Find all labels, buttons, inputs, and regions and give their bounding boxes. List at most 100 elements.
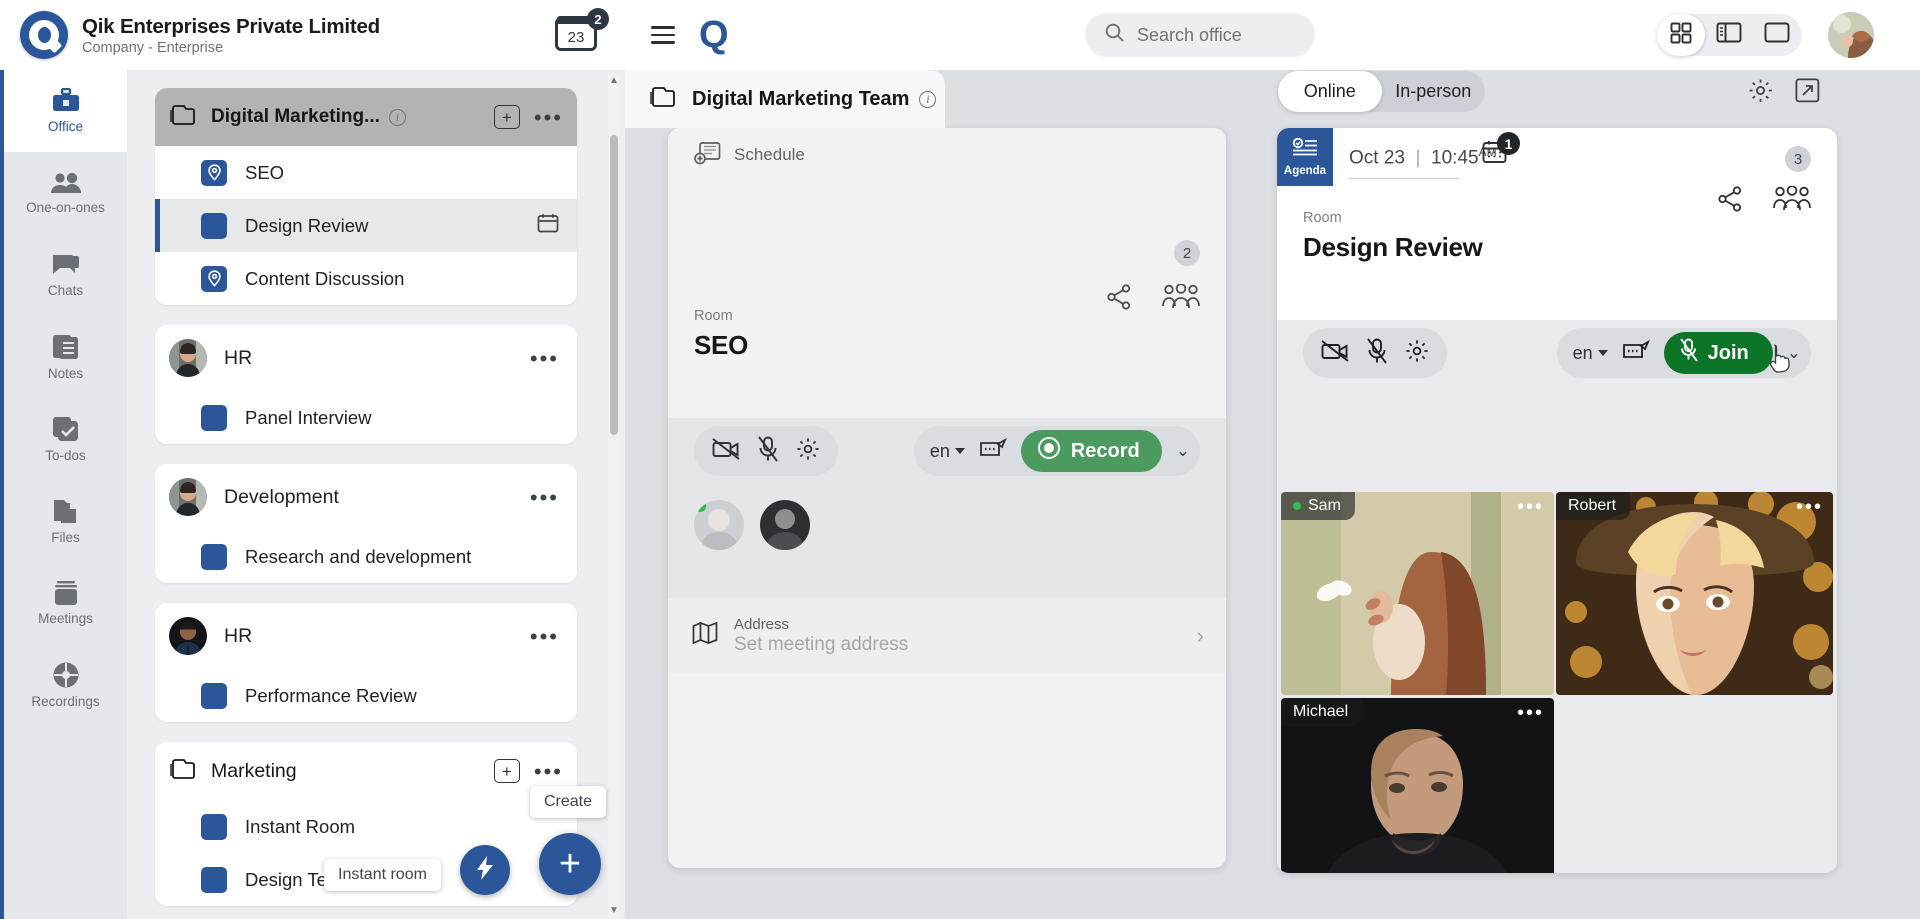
- gear-icon[interactable]: [1748, 78, 1773, 108]
- user-avatar[interactable]: [1828, 12, 1874, 58]
- whiteboard-icon[interactable]: [979, 437, 1007, 465]
- room-group-development: Development ••• Research and development: [155, 464, 577, 583]
- room-row-content-discussion[interactable]: Content Discussion: [155, 252, 577, 305]
- expand-icon[interactable]: [1795, 78, 1820, 108]
- sidebar-item-notes[interactable]: Notes: [4, 316, 127, 398]
- group-more-button[interactable]: •••: [530, 486, 559, 508]
- rooms-scrollbar[interactable]: ▲ ▼: [608, 75, 620, 919]
- group-header[interactable]: Digital Marketing... i + •••: [155, 88, 577, 146]
- room-row-research-and-development[interactable]: Research and development: [155, 530, 577, 583]
- group-more-button[interactable]: •••: [534, 760, 563, 782]
- avatar[interactable]: [694, 500, 744, 550]
- room-name: Research and development: [245, 545, 472, 567]
- sidebar-rail: Office One-on-ones Chats Notes To-dos Fi…: [0, 70, 127, 919]
- people-group-icon[interactable]: [1162, 283, 1200, 315]
- info-icon[interactable]: i: [388, 108, 406, 126]
- agenda-calendar-button[interactable]: 1: [1482, 132, 1520, 169]
- sidebar-item-recordings[interactable]: Recordings: [4, 644, 127, 726]
- left-panel: Qik Enterprises Private Limited Company …: [0, 0, 625, 919]
- sidebar-item-office[interactable]: Office: [4, 70, 127, 152]
- instant-room-button[interactable]: [460, 845, 510, 895]
- card-actions: [1106, 283, 1200, 315]
- agenda-label: Agenda: [1283, 164, 1327, 177]
- tab-online[interactable]: Online: [1278, 71, 1382, 112]
- gear-icon[interactable]: [1405, 339, 1429, 368]
- tile-more-icon[interactable]: •••: [1517, 703, 1544, 723]
- participant-name: Sam: [1308, 497, 1341, 514]
- gear-icon[interactable]: [796, 437, 820, 466]
- camera-off-icon[interactable]: [1321, 339, 1349, 367]
- group-header[interactable]: HR •••: [155, 325, 577, 391]
- pin-icon: [201, 159, 227, 186]
- group-header[interactable]: Marketing + •••: [155, 742, 577, 800]
- language-selector[interactable]: en: [1573, 343, 1608, 364]
- view-mode-grid[interactable]: [1657, 14, 1705, 56]
- group-more-button[interactable]: •••: [530, 347, 559, 369]
- agenda-flag[interactable]: Agenda: [1277, 128, 1333, 186]
- tile-more-icon[interactable]: •••: [1796, 497, 1823, 517]
- scroll-down-arrow[interactable]: ▼: [608, 905, 620, 919]
- mic-off-icon[interactable]: [758, 435, 778, 467]
- folder-icon: [649, 85, 679, 114]
- chevron-right-icon[interactable]: ›: [1197, 623, 1204, 649]
- video-tile-michael[interactable]: Michael •••: [1281, 698, 1554, 873]
- mic-off-icon[interactable]: [1367, 337, 1387, 369]
- room-row-performance-review[interactable]: Performance Review: [155, 669, 577, 722]
- sidebar-item-files[interactable]: Files: [4, 480, 127, 562]
- calendar-button[interactable]: 23 2: [555, 8, 609, 54]
- tile-more-icon[interactable]: •••: [1517, 497, 1544, 517]
- brand-bar: Qik Enterprises Private Limited Company …: [0, 0, 625, 70]
- calendar-icon[interactable]: [537, 213, 559, 238]
- room-row-panel-interview[interactable]: Panel Interview: [155, 391, 577, 444]
- join-button[interactable]: Join: [1663, 332, 1773, 374]
- sidebar-item-label: To-dos: [45, 448, 86, 463]
- address-row[interactable]: Address Set meeting address ›: [668, 598, 1226, 673]
- people-icon: [50, 171, 82, 195]
- share-icon[interactable]: [1106, 284, 1132, 315]
- tile-nametag: Sam: [1281, 492, 1355, 520]
- tab-in-person[interactable]: In-person: [1382, 71, 1486, 112]
- group-header[interactable]: Development •••: [155, 464, 577, 530]
- square-icon: [201, 404, 227, 431]
- search-input[interactable]: Search office: [1085, 13, 1315, 57]
- people-group-icon[interactable]: [1773, 185, 1811, 217]
- share-icon[interactable]: [1717, 186, 1743, 217]
- card-actions: [1717, 185, 1811, 217]
- sidebar-item-label: Meetings: [38, 611, 93, 626]
- group-more-button[interactable]: •••: [534, 106, 563, 128]
- view-mode-split[interactable]: [1705, 14, 1753, 56]
- video-tile-sam[interactable]: Sam •••: [1281, 492, 1554, 695]
- camera-off-icon[interactable]: [712, 437, 740, 465]
- view-mode-single[interactable]: [1753, 14, 1801, 56]
- app-window: Qik Enterprises Private Limited Company …: [0, 0, 1920, 919]
- room-name: Performance Review: [245, 684, 417, 706]
- sidebar-item-to-dos[interactable]: To-dos: [4, 398, 127, 480]
- hamburger-icon[interactable]: [651, 21, 675, 49]
- scrollbar-thumb[interactable]: [610, 135, 618, 435]
- tooltip-instant-room: Instant room: [324, 859, 441, 891]
- record-button[interactable]: Record: [1020, 430, 1162, 472]
- company-plan: Company - Enterprise: [82, 39, 224, 56]
- room-row-instant-room[interactable]: Instant Room: [155, 800, 577, 853]
- video-tile-robert[interactable]: Robert •••: [1556, 492, 1833, 695]
- room-row-design-review[interactable]: Design Review: [155, 199, 577, 252]
- scroll-up-arrow[interactable]: ▲: [608, 75, 620, 89]
- add-room-button[interactable]: +: [493, 105, 520, 129]
- avatar[interactable]: [760, 500, 810, 550]
- create-button[interactable]: +: [539, 833, 601, 895]
- meetings-icon: [52, 580, 80, 606]
- schedule-row[interactable]: Schedule: [668, 128, 1226, 182]
- sidebar-item-meetings[interactable]: Meetings: [4, 562, 127, 644]
- team-tab[interactable]: Digital Marketing Team i: [625, 70, 945, 128]
- whiteboard-icon[interactable]: [1622, 339, 1650, 367]
- language-selector[interactable]: en: [930, 441, 965, 462]
- room-row-seo[interactable]: SEO: [155, 146, 577, 199]
- sidebar-item-chats[interactable]: Chats: [4, 234, 127, 316]
- info-icon[interactable]: i: [919, 90, 937, 108]
- sidebar-item-one-on-ones[interactable]: One-on-ones: [4, 152, 127, 234]
- group-more-button[interactable]: •••: [530, 625, 559, 647]
- record-options-chevron[interactable]: ⌄: [1176, 441, 1190, 461]
- add-room-button[interactable]: +: [493, 759, 520, 783]
- datetime-underline: [1349, 178, 1459, 179]
- group-header[interactable]: HR •••: [155, 603, 577, 669]
